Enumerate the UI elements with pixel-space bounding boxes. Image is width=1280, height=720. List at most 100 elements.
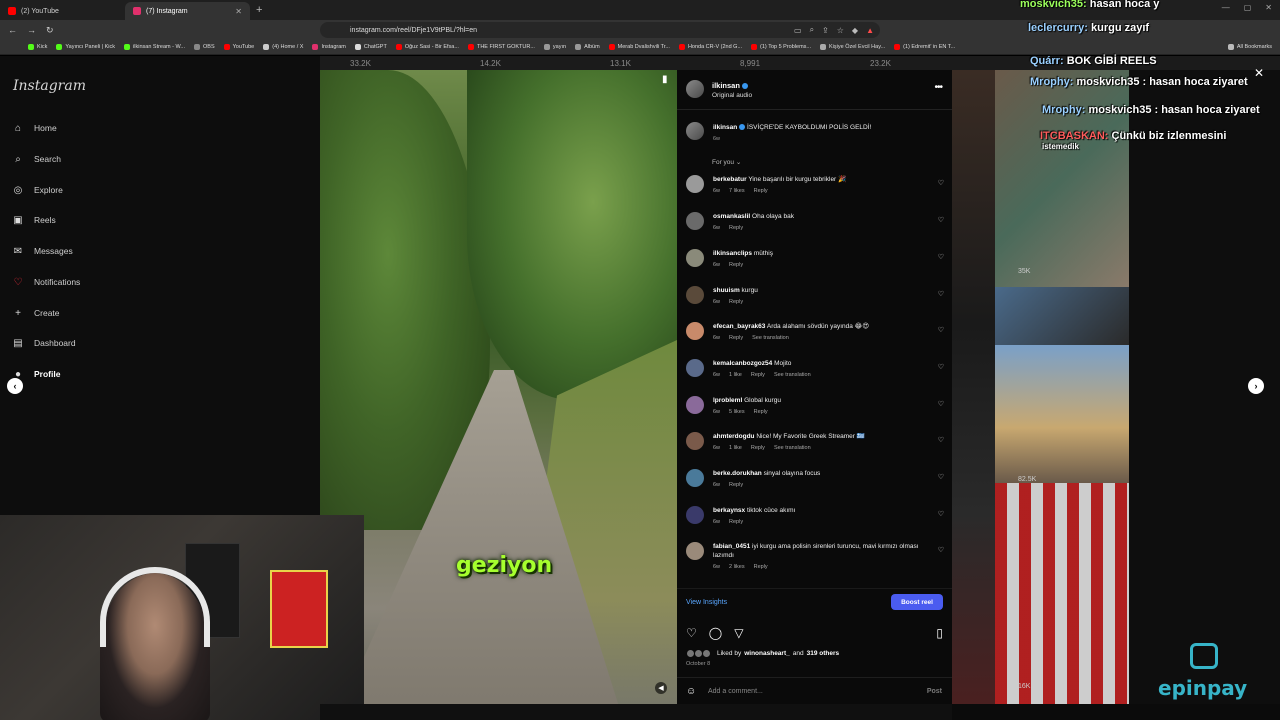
comment-username[interactable]: efecan_bayrak63 (713, 323, 765, 330)
bookmark-item[interactable]: Honda CR-V (2nd G... (678, 44, 742, 50)
close-window-icon[interactable]: ✕ (1265, 3, 1272, 12)
bookmark-item[interactable]: Kişiye Özel Evcil Hay... (820, 44, 885, 50)
cast-icon[interactable]: ▭ (794, 26, 802, 35)
avatar[interactable] (686, 396, 704, 414)
comment-like-heart-icon[interactable]: ♡ (938, 253, 944, 261)
comment-reply[interactable]: Reply (754, 564, 768, 570)
comment-icon[interactable]: ◯ (709, 626, 722, 640)
close-reel-icon[interactable]: ✕ (1254, 66, 1264, 80)
comment-likes[interactable]: 2 likes (729, 564, 745, 570)
next-reel-icon[interactable]: › (1248, 378, 1264, 394)
comment-reply[interactable]: Reply (729, 519, 743, 525)
comment-reply[interactable]: Reply (754, 409, 768, 415)
comment-reply[interactable]: Reply (729, 482, 743, 488)
sidebar-item-notifications[interactable]: ♡ Notifications (12, 276, 81, 288)
avatar[interactable] (686, 322, 704, 340)
bookmark-item[interactable]: OBS (194, 44, 215, 50)
comment-sort-dropdown[interactable]: For you ⌄ (712, 158, 741, 166)
bookmark-item[interactable]: ChatGPT (354, 44, 387, 50)
sidebar-item-dashboard[interactable]: ▤ Dashboard (12, 337, 75, 349)
new-tab-icon[interactable]: + (256, 4, 262, 16)
sidebar-item-search[interactable]: ⌕ Search (12, 153, 61, 165)
maximize-icon[interactable]: ▢ (1244, 3, 1252, 12)
comment-username[interactable]: ilkinsanclips (713, 250, 752, 257)
tab-youtube[interactable]: (2) YouTube (0, 2, 125, 20)
comment-reply[interactable]: Reply (754, 188, 768, 194)
post-button[interactable]: Post (927, 688, 942, 695)
avatar[interactable] (686, 469, 704, 487)
comment-username[interactable]: osmankaslil (713, 213, 750, 220)
bookmark-item[interactable]: All Bookmarks (1227, 44, 1280, 50)
avatar[interactable] (686, 432, 704, 450)
bookmark-item[interactable]: Oğuz Sasi - Bir Efsa... (395, 44, 459, 50)
instagram-logo[interactable]: Instagram (13, 78, 86, 94)
comment-reply[interactable]: Reply (729, 225, 743, 231)
comment-likes[interactable]: 1 like (729, 445, 742, 451)
comment-like-heart-icon[interactable]: ♡ (938, 363, 944, 371)
comment-reply[interactable]: Reply (729, 299, 743, 305)
comment-like-heart-icon[interactable]: ♡ (938, 546, 944, 554)
sidebar-item-reels[interactable]: ▣ Reels (12, 214, 55, 226)
liked-by-user[interactable]: winonasheart_ (744, 650, 790, 657)
comment-username[interactable]: fabian_0451 (713, 543, 750, 550)
bookmark-item[interactable]: ilkinsan Stream - W... (124, 44, 185, 50)
minimize-icon[interactable]: — (1222, 3, 1230, 12)
comment-like-heart-icon[interactable]: ♡ (938, 179, 944, 187)
comment-translate[interactable]: See translation (774, 445, 811, 451)
tab-instagram[interactable]: (7) Instagram ✕ (125, 2, 250, 20)
comment-like-heart-icon[interactable]: ♡ (938, 216, 944, 224)
extension-icon[interactable]: ◆ (852, 26, 858, 35)
avatar[interactable] (686, 359, 704, 377)
close-tab-icon[interactable]: ✕ (235, 7, 242, 16)
view-insights-link[interactable]: View Insights (686, 599, 727, 606)
bookmark-item[interactable]: THE FIRST GOKTUR... (467, 44, 535, 50)
comment-username[interactable]: shuuism (713, 287, 740, 294)
sidebar-item-home[interactable]: ⌂ Home (12, 122, 57, 134)
bookmark-item[interactable]: Merab Dvalishvili Tr... (608, 44, 670, 50)
comment-username[interactable]: berke.dorukhan (713, 470, 762, 477)
zoom-icon[interactable]: ⌕ (810, 25, 814, 35)
save-bookmark-icon[interactable]: ▯ (936, 626, 943, 640)
comment-likes[interactable]: 7 likes (729, 188, 745, 194)
boost-reel-button[interactable]: Boost reel (891, 594, 943, 610)
more-options-icon[interactable]: ••• (934, 82, 942, 93)
previous-reel-icon[interactable]: ‹ (7, 378, 23, 394)
comment-reply[interactable]: Reply (751, 372, 765, 378)
bookmark-item[interactable]: YouTube (223, 44, 254, 50)
avatar[interactable] (686, 286, 704, 304)
comment-username[interactable]: ahmterdogdu (713, 433, 755, 440)
comment-like-heart-icon[interactable]: ♡ (938, 473, 944, 481)
avatar[interactable] (686, 212, 704, 230)
liked-by-others[interactable]: 319 others (807, 650, 840, 657)
comment-like-heart-icon[interactable]: ♡ (938, 290, 944, 298)
comment-username[interactable]: lproblemI (713, 397, 742, 404)
author-username[interactable]: ilkinsan (712, 81, 748, 90)
comment-likes[interactable]: 1 like (729, 372, 742, 378)
bookmark-star-icon[interactable]: ☆ (837, 26, 844, 35)
avatar[interactable] (686, 80, 704, 98)
comment-reply[interactable]: Reply (729, 262, 743, 268)
alert-icon[interactable]: ▲ (866, 26, 874, 35)
bookmark-item[interactable]: Instagram (312, 44, 346, 50)
video-bookmark-icon[interactable]: ▮ (662, 74, 673, 85)
sidebar-item-explore[interactable]: ◎ Explore (12, 184, 63, 196)
comment-like-heart-icon[interactable]: ♡ (938, 436, 944, 444)
reel-video[interactable]: geziyon ▮ ◀ (320, 70, 677, 704)
avatar[interactable] (686, 249, 704, 267)
bookmark-item[interactable]: Kick (28, 44, 47, 50)
bookmark-item[interactable]: (1) Top 5 Problems... (751, 44, 811, 50)
comment-username[interactable]: berkebatur (713, 176, 747, 183)
avatar[interactable] (686, 542, 704, 560)
original-audio-link[interactable]: Original audio (712, 92, 752, 99)
avatar[interactable] (686, 122, 704, 140)
share-icon[interactable]: ⇪ (822, 26, 829, 35)
bookmark-item[interactable]: (4) Home / X (263, 44, 303, 50)
sidebar-item-profile[interactable]: ● Profile (12, 368, 60, 380)
mute-icon[interactable]: ◀ (655, 682, 667, 694)
comment-username[interactable]: kemalcanbozgoz54 (713, 360, 772, 367)
url-field[interactable]: instagram.com/reel/DFje1V9tPBL/?hl=en ▭ … (320, 22, 880, 38)
comment-username[interactable]: berkaynsx (713, 507, 745, 514)
bookmark-item[interactable]: Yayıncı Paneli | Kick (56, 44, 115, 50)
bookmark-item[interactable]: yayın (543, 44, 566, 50)
reload-icon[interactable]: ↻ (46, 25, 54, 36)
